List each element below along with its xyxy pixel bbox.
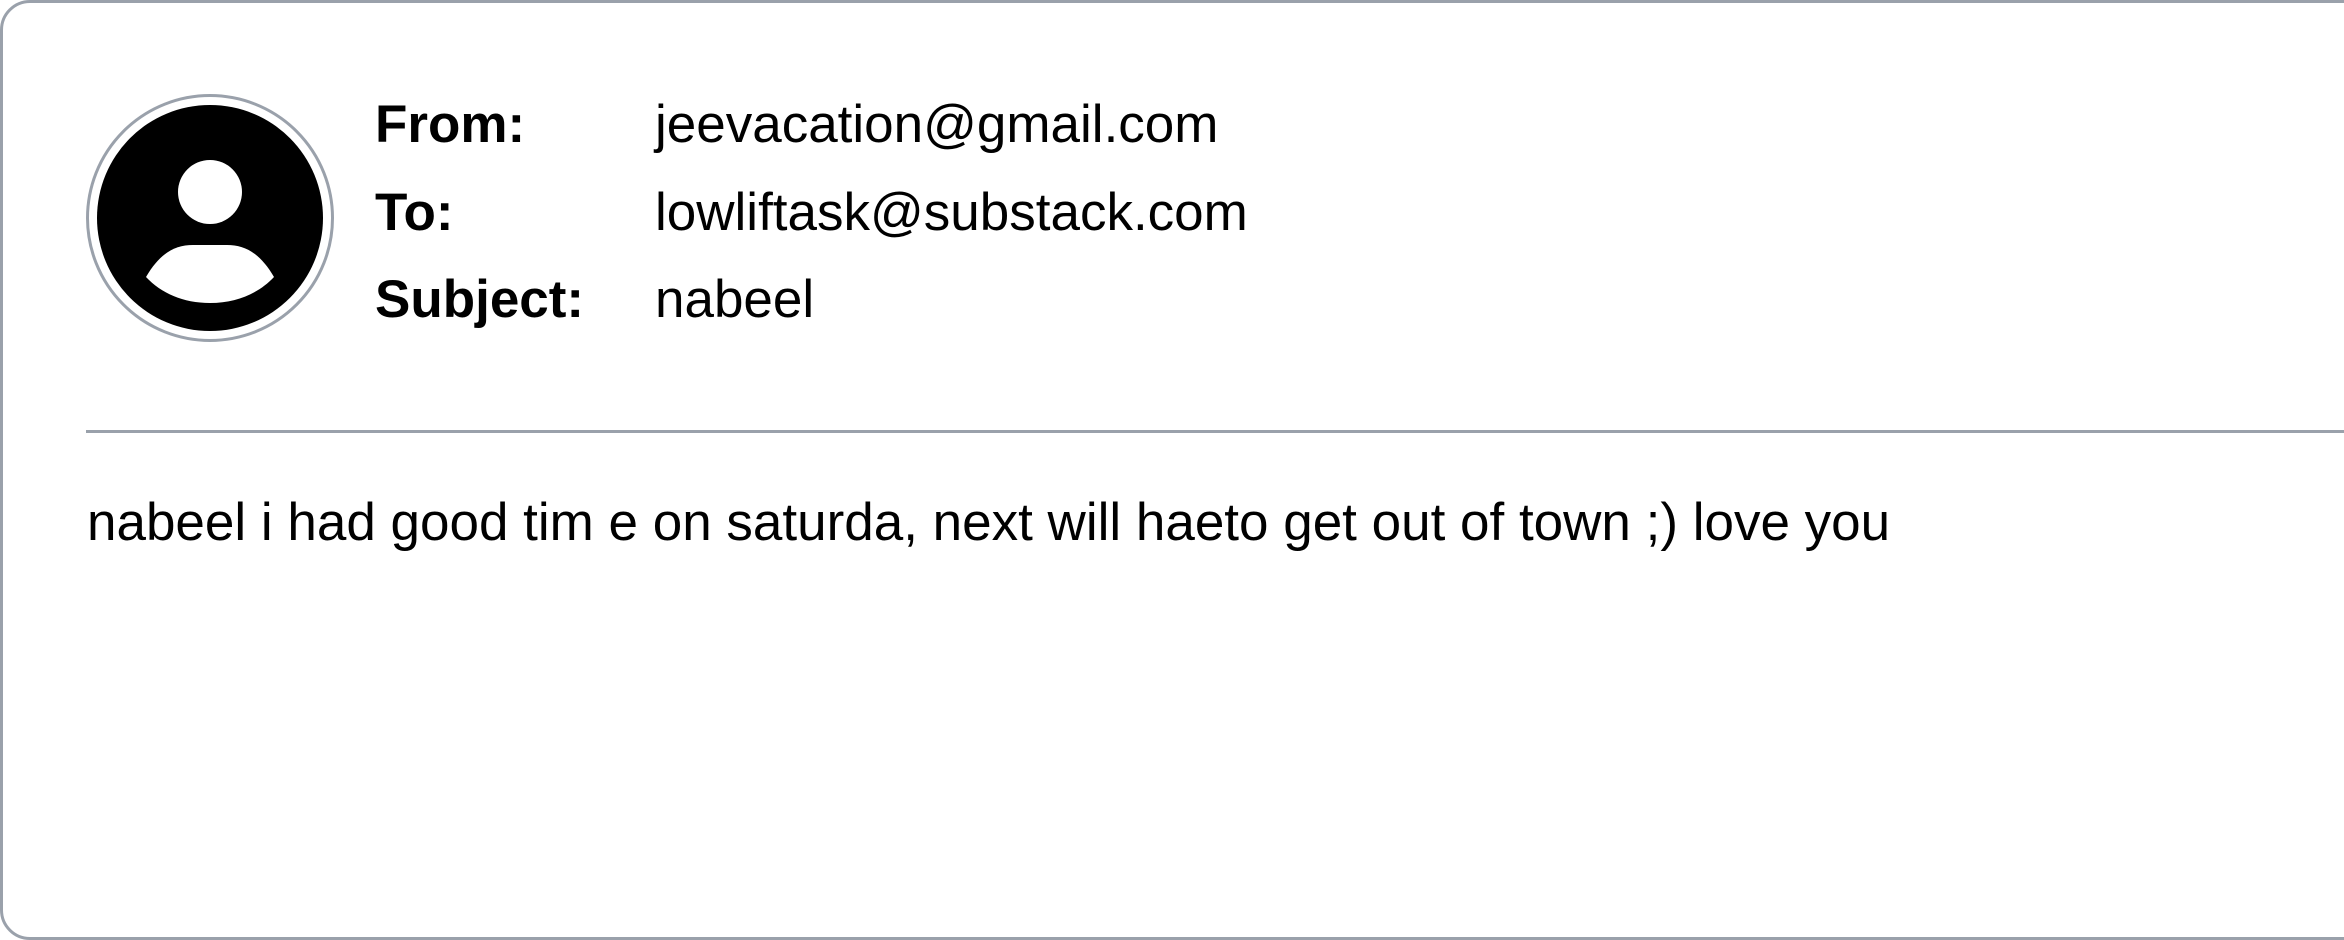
from-label: From: (375, 95, 526, 154)
subject-label: Subject: (375, 270, 585, 329)
to-address[interactable]: lowliftask@substack.com (655, 182, 1248, 244)
header-divider (86, 430, 2344, 433)
email-card: From: jeevacation@gmail.com To: lowlifta… (0, 0, 2344, 940)
sender-avatar (86, 94, 334, 342)
subject-value: nabeel (655, 270, 815, 329)
message-body: nabeel i had good tim e on saturda, next… (87, 493, 1891, 552)
from-address[interactable]: jeevacation@gmail.com (655, 94, 1218, 156)
user-avatar-icon (97, 105, 323, 331)
to-label: To: (375, 183, 454, 242)
